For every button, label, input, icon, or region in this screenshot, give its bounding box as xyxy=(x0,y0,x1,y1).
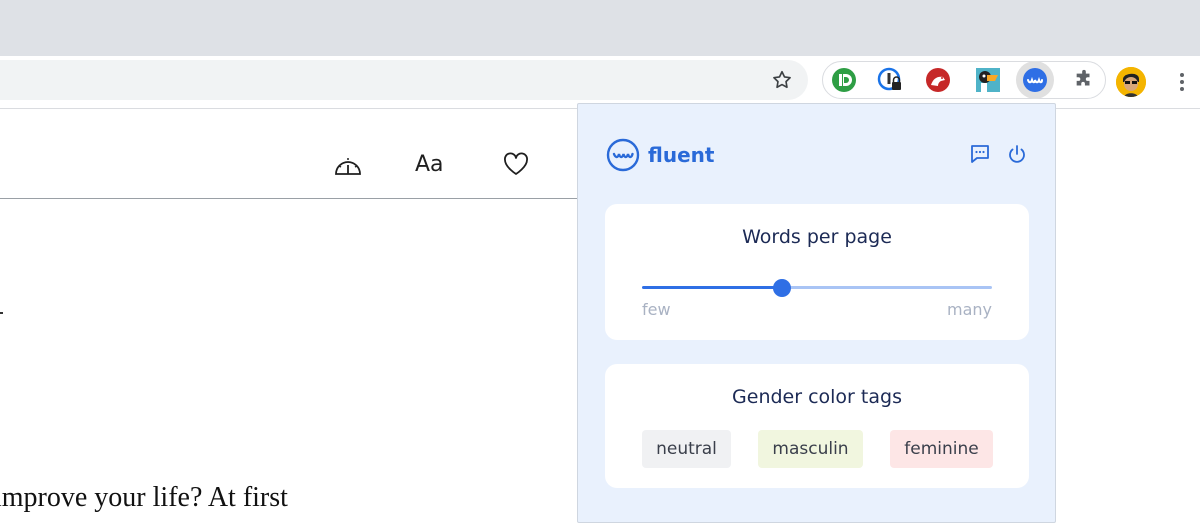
fluent-logo-icon xyxy=(606,138,640,172)
heart-icon[interactable] xyxy=(503,152,529,180)
article-text: improve your life? At first xyxy=(0,482,288,513)
fluent-popup: fluent Words per page few many Gender co… xyxy=(577,103,1056,523)
extensions-group xyxy=(822,61,1106,99)
feedback-icon[interactable] xyxy=(969,143,991,165)
slider-track xyxy=(782,286,992,289)
slider-thumb[interactable] xyxy=(773,279,791,297)
words-per-page-card: Words per page few many xyxy=(605,204,1029,340)
slider-min-label: few xyxy=(642,300,671,319)
gender-tags-card: Gender color tags neutral masculin femin… xyxy=(605,364,1029,488)
bird-extension-icon[interactable] xyxy=(925,67,951,93)
tag-neutral[interactable]: neutral xyxy=(642,430,731,468)
puzzle-icon[interactable] xyxy=(1071,67,1097,93)
font-size-button[interactable]: Aa xyxy=(415,152,444,177)
tag-masculin[interactable]: masculin xyxy=(758,430,863,468)
browser-menu-icon[interactable] xyxy=(1172,68,1192,96)
onepassword-icon[interactable] xyxy=(877,67,903,93)
words-per-page-title: Words per page xyxy=(742,226,892,248)
text-fragment xyxy=(0,312,3,314)
brand-name: fluent xyxy=(648,143,715,167)
slider-fill xyxy=(642,286,782,289)
speedometer-icon[interactable] xyxy=(333,152,363,182)
slider-max-label: many xyxy=(947,300,992,319)
toucan-icon[interactable] xyxy=(975,67,1001,93)
words-per-page-slider[interactable] xyxy=(642,279,992,297)
pushbullet-icon[interactable] xyxy=(831,67,857,93)
browser-toolbar xyxy=(0,56,1200,109)
address-bar[interactable] xyxy=(0,60,808,100)
bookmark-star-icon[interactable] xyxy=(768,66,796,94)
power-icon[interactable] xyxy=(1006,143,1028,165)
tab-strip xyxy=(0,0,1200,56)
reader-toolbar: Aa xyxy=(0,110,600,199)
popup-header: fluent xyxy=(606,138,714,172)
tag-feminine[interactable]: feminine xyxy=(890,430,993,468)
fluent-icon[interactable] xyxy=(1016,61,1054,99)
gender-tags-title: Gender color tags xyxy=(732,386,902,408)
profile-avatar[interactable] xyxy=(1116,67,1146,97)
